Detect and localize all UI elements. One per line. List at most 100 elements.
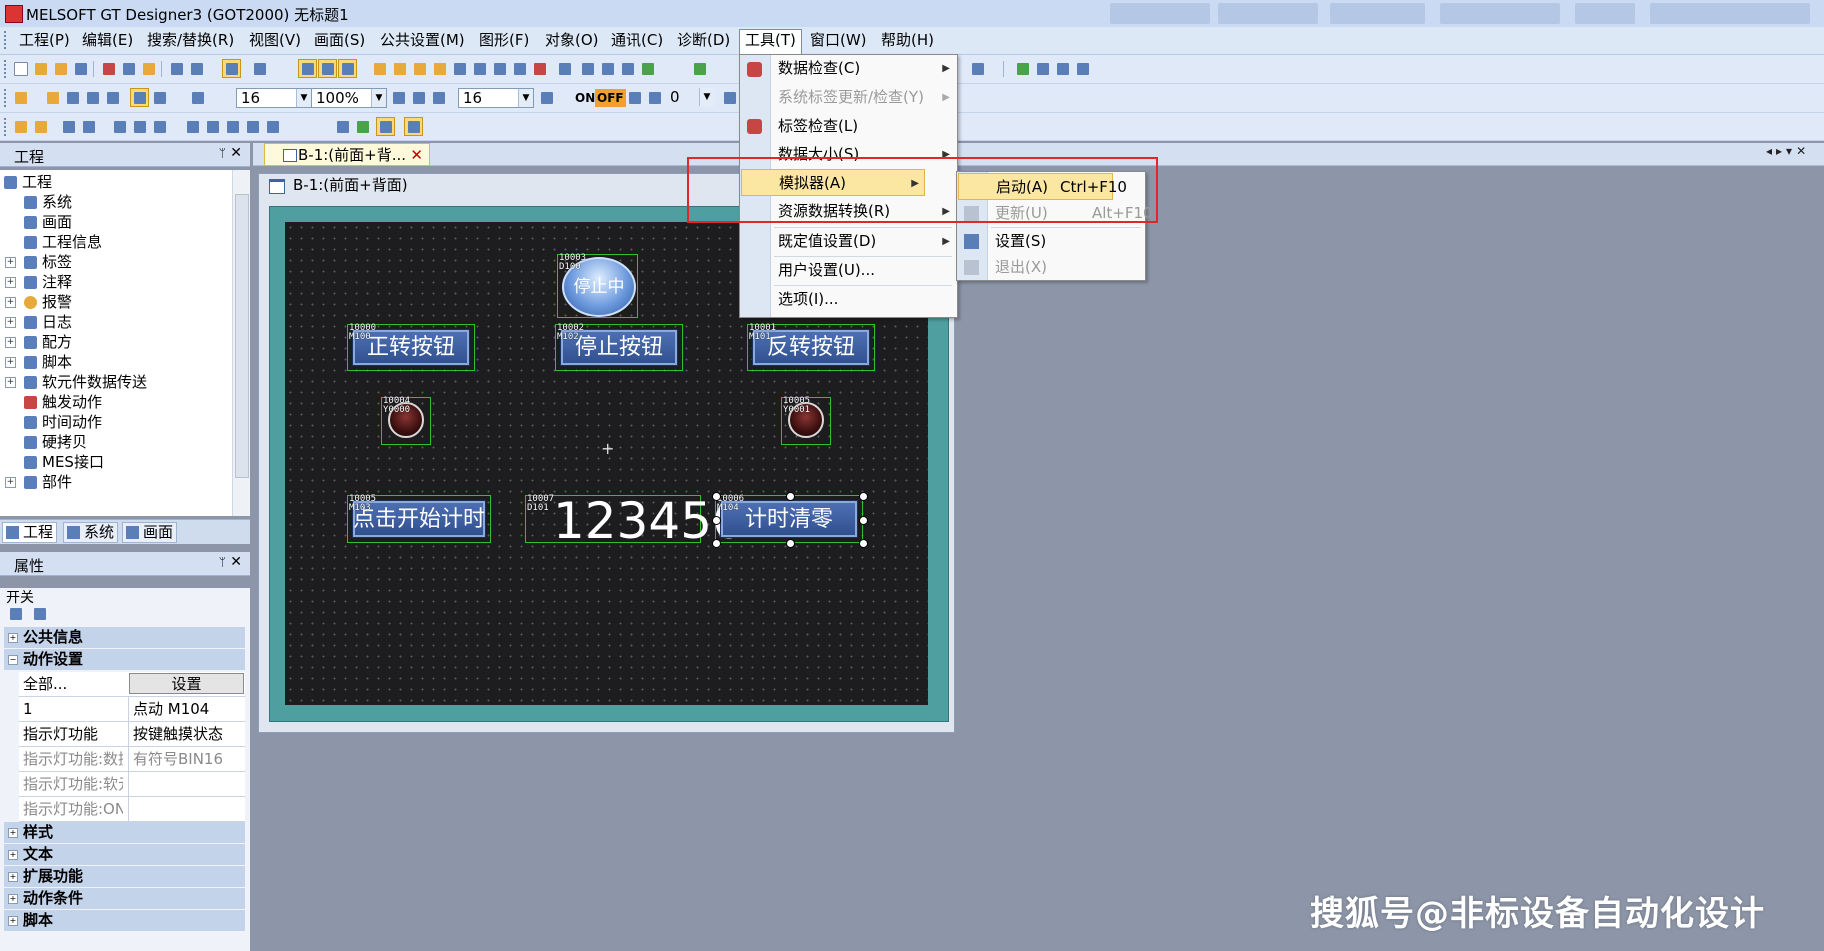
tab-system[interactable]: 系统 [63,522,119,543]
prop-row-lamp-on[interactable]: 指示灯功能:ON [19,797,245,822]
obj-a-icon[interactable] [11,117,30,136]
simulator-update-icon[interactable] [1033,59,1052,78]
tree-item-trigger-action[interactable]: 触发动作 [24,392,102,412]
close-icon[interactable]: ✕ [230,145,242,161]
resize-handle[interactable] [859,539,868,548]
back-icon[interactable] [83,88,102,107]
prop-category-condition[interactable]: + 动作条件 [4,888,245,909]
prop-category-action[interactable]: − 动作设置 [4,649,245,670]
tool-p-icon[interactable] [968,59,987,78]
sort-alpha-icon[interactable] [30,604,49,623]
menu-tag-check[interactable]: 标签检查(L) [771,113,955,140]
zoom-fit-icon[interactable] [188,88,207,107]
tree-item-recipe[interactable]: + 配方 [5,332,72,352]
tool-f-icon[interactable] [470,59,489,78]
document-tab[interactable]: B-1:(前面+背... ✕ [264,143,430,165]
tool-g-icon[interactable] [490,59,509,78]
simulator-exit-icon[interactable] [1073,59,1092,78]
prop-category-style[interactable]: + 样式 [4,822,245,843]
prop-row-lamp-data[interactable]: 指示灯功能:数据 有符号BIN16 [19,747,245,772]
zoom-select[interactable]: 100% ▼ [311,88,387,108]
simulator-start-icon[interactable] [1013,59,1032,78]
tree-item-screen[interactable]: 画面 [24,212,72,232]
device-icon[interactable] [720,88,739,107]
obj-h-icon[interactable] [183,117,202,136]
select-pointer-icon[interactable] [222,59,241,78]
zoom-reset-icon[interactable] [429,88,448,107]
tool-l-icon[interactable] [598,59,617,78]
menu-data-check[interactable]: 数据检查(C) ▶ [771,55,955,82]
font-size-select[interactable]: 16 ▼ [236,88,312,108]
tree-item-alarm[interactable]: + 报警 [5,292,72,312]
menu-user-settings[interactable]: 用户设置(U)... [771,257,955,284]
close-tab-icon[interactable]: ✕ [410,144,423,166]
close-icon[interactable]: ✕ [230,554,242,570]
align-icon[interactable] [43,88,62,107]
tree-item-system[interactable]: 系统 [24,192,72,212]
forward-button[interactable]: 正转按钮 10000 M100 [347,324,475,371]
obj-b-icon[interactable] [31,117,50,136]
save-icon[interactable] [71,59,90,78]
tool-b-icon[interactable] [390,59,409,78]
paste-icon[interactable] [139,59,158,78]
menu-tools[interactable]: 工具(T) [739,29,802,55]
grid-icon[interactable] [130,88,149,107]
tree-item-comments[interactable]: + 注释 [5,272,72,292]
tree-item-script[interactable]: + 脚本 [5,352,72,372]
screen-back-icon[interactable] [318,59,337,78]
prop-category-text[interactable]: + 文本 [4,844,245,865]
menu-system-tag-update[interactable]: 系统标签更新/检查(Y) ▶ [771,84,955,111]
resize-handle[interactable] [859,492,868,501]
resize-handle[interactable] [712,516,721,525]
tree-item-mes[interactable]: MES接口 [24,452,104,472]
fill-color-icon[interactable] [150,88,169,107]
timer-start-button[interactable]: 点击开始计时 10005 M103 [347,495,491,543]
prop-row-lamp-device[interactable]: 指示灯功能:软元件 [19,772,245,797]
prop-category-common[interactable]: + 公共信息 [4,627,245,648]
obj-d-icon[interactable] [79,117,98,136]
numeric-display[interactable]: 123456 10007 D101 [525,495,744,546]
resize-handle[interactable] [859,516,868,525]
menu-object[interactable]: 对象(O) [540,30,604,51]
obj-n-icon[interactable] [353,117,372,136]
settings-button[interactable]: 设置 [129,673,244,694]
resize-handle[interactable] [786,492,795,501]
tool-j-icon[interactable] [555,59,574,78]
menu-search-replace[interactable]: 搜索/替换(R) [142,30,239,51]
cut-icon[interactable] [99,59,118,78]
screen-both-icon[interactable] [338,59,357,78]
obj-k-icon[interactable] [243,117,262,136]
menu-window[interactable]: 窗口(W) [805,30,872,51]
tree-item-log[interactable]: + 日志 [5,312,72,332]
tree-item-time-action[interactable]: 时间动作 [24,412,102,432]
tree-item-device-transfer[interactable]: + 软元件数据传送 [5,372,147,392]
menu-help[interactable]: 帮助(H) [876,30,939,51]
lamp-y0001[interactable]: 10005 Y0001 [781,397,831,445]
resize-handle[interactable] [712,539,721,548]
obj-g-icon[interactable] [150,117,169,136]
tree-root[interactable]: 工程 [4,172,52,192]
screen-front-icon[interactable] [298,59,317,78]
menu-options[interactable]: 选项(I)... [771,286,955,313]
menu-edit[interactable]: 编辑(E) [77,30,138,51]
stop-status-lamp[interactable]: 停止中 10003 D100 [557,254,638,318]
pin-icon[interactable]: ᛘ [219,555,226,569]
obj-e-icon[interactable] [110,117,129,136]
tool-i-icon[interactable] [530,59,549,78]
stop-button[interactable]: 停止按钮 10002 M102 [555,324,683,371]
tool-a-icon[interactable] [370,59,389,78]
obj-c-icon[interactable] [59,117,78,136]
obj-j-icon[interactable] [223,117,242,136]
resize-handle[interactable] [786,539,795,548]
menu-common-settings[interactable]: 公共设置(M) [375,30,470,51]
obj-p-icon[interactable] [404,117,423,136]
sort-category-icon[interactable] [6,604,25,623]
timer-clear-button[interactable]: 计时清零 10006 M104 [712,492,868,548]
lamp-y0000[interactable]: 10004 Y0000 [381,397,431,445]
tab-nav-controls[interactable]: ◂▸▾✕ [1766,144,1810,158]
zoom-in-icon[interactable] [389,88,408,107]
menu-simulator-settings[interactable]: 设置(S) [988,228,1143,255]
help-icon[interactable] [250,59,269,78]
tool-o-icon[interactable] [690,59,709,78]
open-project-icon[interactable] [51,59,70,78]
